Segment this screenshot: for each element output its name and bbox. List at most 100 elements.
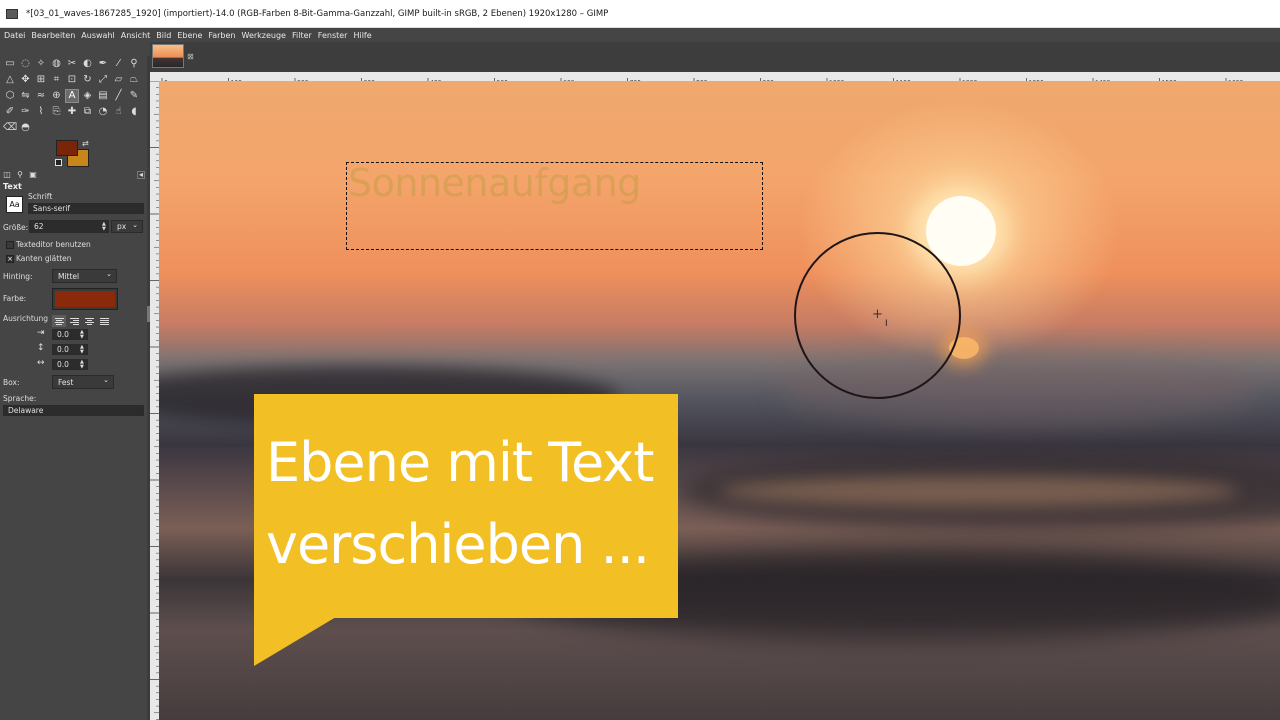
menu-datei[interactable]: Datei: [4, 31, 25, 40]
line-spacing-spin-icon[interactable]: ▲ ▼: [80, 345, 84, 355]
perspective-clone-icon[interactable]: ⧉: [81, 105, 95, 119]
line-spacing-icon: ↕: [37, 343, 45, 353]
eraser-icon[interactable]: ⌫: [3, 121, 17, 135]
size-unit-value: px: [117, 222, 127, 231]
tutorial-callout: Ebene mit Text verschieben ...: [254, 394, 678, 618]
foreground-color-swatch[interactable]: [56, 140, 78, 156]
handle-transform-icon[interactable]: ⊕: [50, 89, 64, 103]
rect-select-icon[interactable]: ▭: [3, 57, 17, 71]
justify-fill-icon[interactable]: [97, 315, 111, 327]
blur-sharpen-icon[interactable]: ◔: [96, 105, 110, 119]
smudge-icon[interactable]: ☝: [112, 105, 126, 119]
toolbox-grid: ▭ ◌ ✧ ◍ ✂ ◐ ✒ ⁄ ⚲ △ ✥ ⊞ ⌗ ⊡ ↻ ⤢ ▱ ⏢ ⬡ ⇋ ≈ ⊕ A ◈ ▤ ╱ ✎ ✐ ✑ ⌇ ⎘ ✚ ⧉ ◔ ☝ ◖ ⌫ ◓: [3, 57, 143, 137]
ink-icon[interactable]: ✑: [19, 105, 33, 119]
bucket-fill-icon[interactable]: ◈: [81, 89, 95, 103]
perspective-icon[interactable]: ⏢: [127, 73, 141, 87]
title-bar: *[03_01_waves-1867285_1920] (importiert)…: [0, 0, 1280, 28]
clone-icon[interactable]: ⎘: [50, 105, 64, 119]
image-tab-bar: ⊠: [150, 42, 1280, 72]
hinting-value: Mittel: [58, 271, 80, 281]
menu-farben[interactable]: Farben: [208, 31, 235, 40]
paintbrush-icon[interactable]: ╱: [112, 89, 126, 103]
heal-icon[interactable]: ✚: [65, 105, 79, 119]
indent-spin-icon[interactable]: ▲ ▼: [80, 330, 84, 340]
measure-icon[interactable]: △: [3, 73, 17, 87]
menu-auswahl[interactable]: Auswahl: [81, 31, 114, 40]
tool-options-tab-icon[interactable]: ◫: [2, 170, 12, 180]
device-status-tab-icon[interactable]: ⚲: [15, 170, 25, 180]
size-field[interactable]: 62: [29, 220, 109, 233]
vertical-ruler-ticks: [150, 81, 159, 720]
move-icon[interactable]: ✥: [19, 73, 33, 87]
image-tab-thumbnail[interactable]: [152, 44, 184, 68]
canvas-text-layer[interactable]: Sonnenaufgang: [348, 161, 641, 205]
indent-icon: ⇥: [37, 328, 45, 338]
cage-transform-icon[interactable]: ⬡: [3, 89, 17, 103]
letter-spacing-spin-icon[interactable]: ▲ ▼: [80, 360, 84, 370]
menu-werkzeuge[interactable]: Werkzeuge: [242, 31, 286, 40]
justify-left-icon[interactable]: [52, 315, 66, 327]
size-unit-dropdown[interactable]: px ⌄: [111, 220, 143, 233]
color-label: Farbe:: [3, 294, 27, 303]
pencil-icon[interactable]: ✎: [127, 89, 141, 103]
blend-icon[interactable]: ▤: [96, 89, 110, 103]
foreground-select-icon[interactable]: ◐: [81, 57, 95, 71]
fuzzy-select-icon[interactable]: ✧: [34, 57, 48, 71]
justify-buttons: [52, 315, 112, 327]
swap-colors-icon[interactable]: ⇄: [82, 139, 89, 148]
justify-center-icon[interactable]: [82, 315, 96, 327]
flip-icon[interactable]: ⇋: [19, 89, 33, 103]
crop-icon[interactable]: ⌗: [50, 73, 64, 87]
free-select-icon[interactable]: ◌: [19, 57, 33, 71]
crosshair-cursor-icon: +: [872, 307, 883, 322]
scale-icon[interactable]: ⤢: [96, 73, 110, 87]
vertical-ruler[interactable]: [150, 81, 159, 720]
airbrush-icon[interactable]: ✐: [3, 105, 17, 119]
callout-tail: [254, 617, 336, 666]
menu-ebene[interactable]: Ebene: [177, 31, 202, 40]
font-field[interactable]: Sans-serif: [28, 203, 144, 214]
text-color-button[interactable]: [52, 288, 118, 310]
paths-icon[interactable]: ✒: [96, 57, 110, 71]
horizontal-ruler[interactable]: 0100200300400500600700800900100011001200…: [150, 72, 1280, 81]
color-picker-icon[interactable]: ⁄: [112, 57, 126, 71]
dodge-icon[interactable]: ◓: [19, 121, 33, 135]
text-tool-icon[interactable]: A: [65, 89, 79, 103]
menu-hilfe[interactable]: Hilfe: [353, 31, 371, 40]
zoom-icon[interactable]: ⚲: [127, 57, 141, 71]
justify-right-icon[interactable]: [67, 315, 81, 327]
language-field[interactable]: Delaware: [3, 405, 144, 416]
chevron-down-icon: ⌄: [106, 270, 112, 278]
color-select-icon[interactable]: ◍: [50, 57, 64, 71]
hinting-dropdown[interactable]: Mittel ⌄: [52, 269, 117, 283]
menu-fenster[interactable]: Fenster: [318, 31, 348, 40]
rotate-icon[interactable]: ↻: [81, 73, 95, 87]
box-dropdown[interactable]: Fest ⌄: [52, 375, 114, 389]
callout-line-2: verschieben ...: [266, 513, 650, 576]
antialias-checkbox[interactable]: ×: [6, 255, 14, 263]
default-colors-icon[interactable]: [55, 159, 62, 166]
justify-label: Ausrichtung: [3, 314, 49, 323]
image-canvas[interactable]: Sonnenaufgang + I Ebene mit Text verschi…: [159, 81, 1280, 720]
menu-bild[interactable]: Bild: [156, 31, 171, 40]
left-dock: ▭ ◌ ✧ ◍ ✂ ◐ ✒ ⁄ ⚲ △ ✥ ⊞ ⌗ ⊡ ↻ ⤢ ▱ ⏢ ⬡ ⇋ ≈ ⊕ A ◈ ▤ ╱ ✎ ✐ ✑ ⌇ ⎘ ✚ ⧉ ◔ ☝ ◖ ⌫ ◓ ⇄…: [0, 56, 147, 720]
shear-icon[interactable]: ▱: [112, 73, 126, 87]
menu-bearbeiten[interactable]: Bearbeiten: [31, 31, 75, 40]
menu-filter[interactable]: Filter: [292, 31, 312, 40]
align-icon[interactable]: ⊞: [34, 73, 48, 87]
callout-line-1: Ebene mit Text: [266, 431, 654, 494]
undo-history-tab-icon[interactable]: ▣: [28, 170, 38, 180]
font-preview-icon[interactable]: Aa: [6, 196, 23, 213]
unified-transform-icon[interactable]: ⊡: [65, 73, 79, 87]
dodge-burn-icon[interactable]: ◖: [127, 105, 141, 119]
menu-ansicht[interactable]: Ansicht: [121, 31, 151, 40]
close-tab-icon[interactable]: ⊠: [187, 52, 194, 61]
mypaint-brush-icon[interactable]: ⌇: [34, 105, 48, 119]
use-editor-checkbox[interactable]: [6, 241, 14, 249]
fg-bg-colors[interactable]: ⇄: [55, 139, 95, 169]
warp-transform-icon[interactable]: ≈: [34, 89, 48, 103]
dock-menu-icon[interactable]: ◂: [137, 171, 145, 179]
tool-options-tabstrip: ◫ ⚲ ▣ ◂: [2, 169, 145, 181]
size-spin-icon[interactable]: ▲ ▼: [102, 222, 106, 232]
scissors-select-icon[interactable]: ✂: [65, 57, 79, 71]
